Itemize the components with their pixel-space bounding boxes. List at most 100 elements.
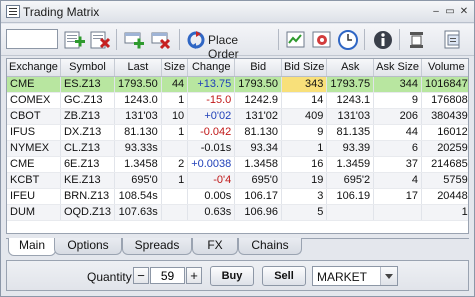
cell-volume: 380439: [421, 108, 468, 125]
tab-chains[interactable]: Chains: [238, 238, 302, 255]
table-row[interactable]: IFUS DX.Z13 81.130 1 -0.042 81.130 9 81.…: [7, 124, 468, 141]
column-header-ask-size[interactable]: Ask Size: [373, 59, 422, 77]
symbol-input[interactable]: [6, 29, 58, 49]
table-row[interactable]: COMEX GC.Z13 1243.0 1 -15.0 1242.9 14 12…: [7, 92, 468, 109]
clock-icon[interactable]: [336, 28, 360, 52]
cell-last: 1793.50: [114, 76, 162, 93]
quotes-grid: Exchange Symbol Last Size Change Bid Bid…: [6, 58, 469, 234]
toolbar: Place Order: [1, 24, 474, 61]
order-bar: Quantity − + Buy Sell MARKET: [6, 260, 469, 291]
quantity-input[interactable]: [150, 267, 185, 284]
chevron-down-icon[interactable]: [380, 267, 397, 285]
column-header-exchange[interactable]: Exchange: [7, 59, 61, 77]
column-header-bid-size[interactable]: Bid Size: [281, 59, 328, 77]
cell-symbol: ZB.Z13: [60, 108, 116, 125]
cell-symbol: DX.Z13: [60, 124, 116, 141]
cell-bid-size: 9: [281, 124, 328, 141]
cell-size: 1: [161, 124, 189, 141]
columns-icon[interactable]: [405, 28, 429, 52]
table-row[interactable]: NYMEX CL.Z13 93.33s -0.01s 93.34 1 93.39…: [7, 140, 468, 157]
cell-size: [161, 140, 189, 157]
table-row[interactable]: IFEU BRN.Z13 108.54s 0.00s 106.17 3 106.…: [7, 188, 468, 205]
cell-bid-size: 3: [281, 188, 328, 205]
cell-bid-size: 14: [281, 92, 328, 109]
sell-button[interactable]: Sell: [262, 266, 306, 286]
cell-bid-size: 343: [281, 76, 328, 93]
cell-symbol: CL.Z13: [60, 140, 116, 157]
order-type-value: MARKET: [317, 270, 368, 284]
column-header-bid[interactable]: Bid: [234, 59, 283, 77]
table-header-row: Exchange Symbol Last Size Change Bid Bid…: [7, 59, 468, 77]
cell-exchange: CME: [7, 156, 61, 173]
cell-exchange: COMEX: [7, 92, 61, 109]
close-icon[interactable]: ✕: [458, 6, 470, 17]
cell-volume: 20259: [421, 140, 468, 157]
cell-ask-size: 17: [373, 188, 422, 205]
maximize-icon[interactable]: ▭: [444, 6, 456, 17]
cell-last: 93.33s: [114, 140, 162, 157]
settings-icon[interactable]: [310, 28, 334, 52]
place-order-button[interactable]: Place Order: [186, 29, 272, 61]
column-header-symbol[interactable]: Symbol: [60, 59, 116, 77]
buy-button[interactable]: Buy: [210, 266, 254, 286]
toolbar-separator: [116, 29, 117, 50]
cell-volume: 176808: [421, 92, 468, 109]
cell-ask-size: [373, 204, 422, 221]
remove-symbol-icon[interactable]: [88, 28, 112, 52]
cell-bid: 1.3458: [234, 156, 283, 173]
minimize-icon[interactable]: –: [430, 6, 442, 17]
window-icon: [6, 5, 20, 18]
cell-volume: 1: [421, 204, 468, 221]
cell-bid-size: 1: [281, 140, 328, 157]
export-icon[interactable]: [441, 28, 465, 52]
cell-symbol: BRN.Z13: [60, 188, 116, 205]
tab-options[interactable]: Options: [54, 238, 122, 255]
cell-volume: 1016847: [421, 76, 468, 93]
cell-ask-size: 206: [373, 108, 422, 125]
tab-main[interactable]: Main: [8, 238, 56, 256]
cell-last: 108.54s: [114, 188, 162, 205]
table-row[interactable]: KCBT KE.Z13 695'0 1 -0'4 695'0 19 695'2 …: [7, 172, 468, 189]
cell-ask: 106.19: [326, 188, 375, 205]
cell-bid: 1793.50: [234, 76, 283, 93]
cell-change: -15.0: [187, 92, 236, 109]
table-row[interactable]: CME 6E.Z13 1.3458 2 +0.0038 1.3458 16 1.…: [7, 156, 468, 173]
toolbar-separator: [364, 29, 365, 50]
cell-exchange: NYMEX: [7, 140, 61, 157]
column-header-volume[interactable]: Volume: [421, 59, 468, 77]
cell-ask: 695'2: [326, 172, 375, 189]
table-row[interactable]: CME ES.Z13 1793.50 44 +13.75 1793.50 343…: [7, 76, 468, 93]
cell-bid: 1242.9: [234, 92, 283, 109]
trading-matrix-window: Trading Matrix – ▭ ✕ Place Order Exchang…: [0, 0, 475, 297]
cell-exchange: IFEU: [7, 188, 61, 205]
cell-change: 0.00s: [187, 188, 236, 205]
cell-bid-size: 5: [281, 204, 328, 221]
cell-symbol: GC.Z13: [60, 92, 116, 109]
quantity-increment-button[interactable]: +: [186, 267, 202, 284]
quantity-decrement-button[interactable]: −: [133, 267, 149, 284]
delete-row-icon[interactable]: [149, 28, 173, 52]
cell-volume: 16012: [421, 124, 468, 141]
place-order-icon: [187, 31, 205, 49]
cell-size: [161, 188, 189, 205]
cell-size: [161, 204, 189, 221]
add-row-icon[interactable]: [122, 28, 146, 52]
table-row[interactable]: CBOT ZB.Z13 131'03 10 +0'02 131'02 409 1…: [7, 108, 468, 125]
column-header-size[interactable]: Size: [161, 59, 189, 77]
tab-spreads[interactable]: Spreads: [122, 238, 192, 255]
table-row[interactable]: DUM OQD.Z13 107.63s 0.63s 106.96 5 1: [7, 204, 468, 221]
tab-bar: Main Options Spreads FX Chains: [6, 238, 469, 256]
column-header-change[interactable]: Change: [187, 59, 236, 77]
chart-icon[interactable]: [284, 28, 308, 52]
cell-change: +0'02: [187, 108, 236, 125]
cell-bid-size: 409: [281, 108, 328, 125]
order-type-select[interactable]: MARKET: [312, 266, 398, 286]
cell-ask: 1793.75: [326, 76, 375, 93]
info-icon[interactable]: [371, 28, 395, 52]
column-header-last[interactable]: Last: [114, 59, 162, 77]
column-header-ask[interactable]: Ask: [326, 59, 375, 77]
add-symbol-icon[interactable]: [62, 28, 86, 52]
cell-ask: 1243.1: [326, 92, 375, 109]
cell-bid-size: 16: [281, 156, 328, 173]
tab-fx[interactable]: FX: [192, 238, 238, 255]
